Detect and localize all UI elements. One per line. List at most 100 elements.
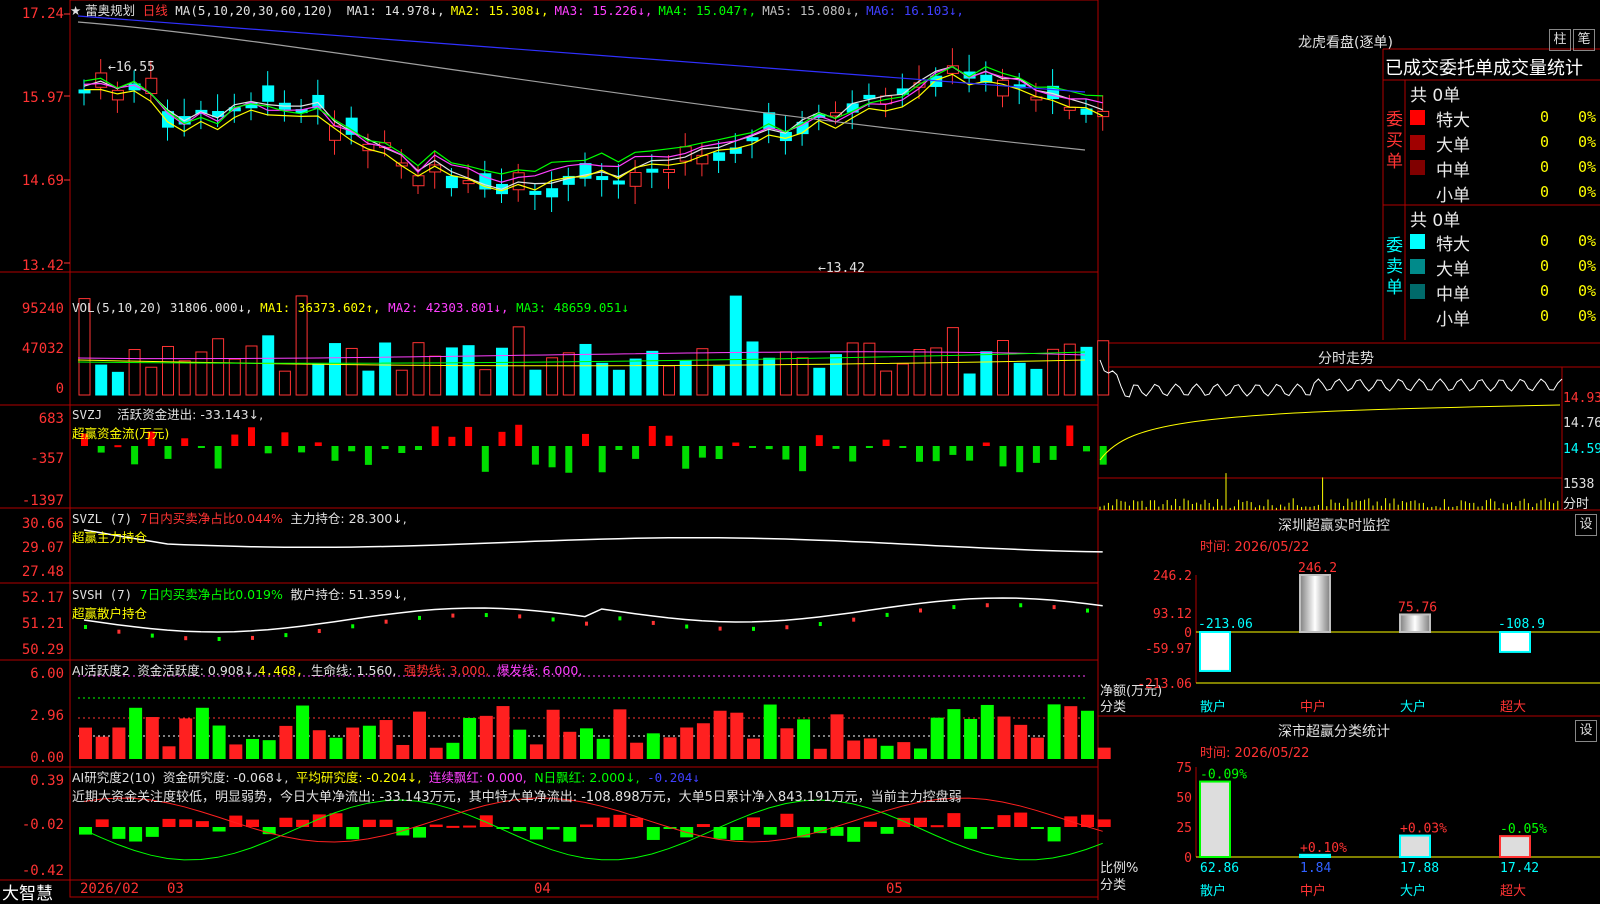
ai1-axis-1: 6.00 [30,666,64,682]
ai1-bar-31 [596,738,610,759]
candle-body-33 [629,171,642,187]
cls-top-label-0: -0.09% [1200,768,1247,783]
candle-body-20 [412,175,425,187]
svzj-bar-59 [1066,425,1074,446]
ai2-bar-2 [112,827,126,839]
ai1-bar-9 [229,744,243,759]
svzj-bar-28 [548,446,556,468]
candle-body-22 [445,175,458,189]
svzj-bar-37 [698,446,706,458]
ai1-bar-14 [312,730,326,759]
svsh-mark-0 [84,625,87,629]
vol-bar-38 [713,365,726,396]
vol-bar-12 [278,370,291,396]
vol-bar-21 [429,355,442,396]
monitor-bar-3 [1499,631,1531,653]
bar-mode-button[interactable]: 柱 [1549,29,1571,51]
cls-bar-0 [1199,780,1231,858]
vol-bar-57 [1030,368,1043,396]
svzj-bar-48 [882,439,890,446]
candle-body-28 [546,188,559,198]
ma6-line [77,15,1086,93]
buy-row-pct-1: 0% [1578,133,1597,151]
ai1-bar-5 [162,746,176,759]
ai1-bar-15 [329,737,343,759]
svzj-bar-54 [982,442,990,446]
svsh-mark-46 [852,617,856,622]
svzj-bar-14 [314,442,322,446]
ai2-bar-23 [463,825,477,828]
monitor-axis-1: 93.12 [1153,607,1192,622]
candle-body-26 [512,172,525,191]
svsh-mark-28 [551,617,555,622]
cls-cat-2: 大户 [1400,883,1426,899]
date-may: 05 [886,881,903,897]
ai1-axis-2: 2.96 [30,708,64,724]
ai1-bar-47 [863,738,877,759]
cls-axis-1: 50 [1176,791,1192,806]
lhkp-title: 龙虎看盘(逐单) [1298,35,1393,51]
ma-params: MA(5,10,20,30,60,120) [175,3,334,18]
svsh-header: SVSH (7) 7日内买卖净占比0.019% 散户持仓: 51.359↓, 超… [72,587,407,621]
ai1-bar-8 [212,725,226,759]
svzj-bar-3 [131,446,139,465]
svzj-bar-34 [648,425,656,446]
vol-bar-40 [746,341,759,396]
ai1-bar-12 [279,725,293,759]
tick-mode-button[interactable]: 笔 [1573,29,1595,51]
vol-bar-45 [830,354,842,396]
vol-axis-1: 95240 [21,301,64,317]
svsh-mark-36 [685,624,689,629]
ai1-bar-26 [513,729,527,759]
svzj-bar-29 [565,446,573,473]
svsh-mark-14 [317,629,321,634]
ai2-bar-22 [446,825,460,828]
ai1-header: AI活跃度2 资金活跃度: 0.908↓,4.468, 生命线: 1.560, … [72,663,583,678]
ma3-line [83,66,1103,183]
ai1-bar-59 [1064,706,1078,759]
buy-row-value-0: 0 [1540,108,1550,126]
ai1-bar-18 [379,720,393,759]
ai2-bar-24 [479,815,493,827]
vol-bar-9 [228,358,241,396]
svzj-bar-26 [515,424,523,446]
ma-header: ★ 蕾奥规划 日线 MA(5,10,20,30,60,120) MA1: 14.… [70,0,964,19]
vol-bar-54 [980,351,993,396]
svzj-bar-31 [598,446,606,473]
brand-logo: 大智慧 [2,884,53,904]
svsh-mark-38 [718,626,722,631]
ai2-bar-51 [930,825,944,828]
vol-bar-22 [445,347,458,396]
svzj-bar-18 [381,446,389,450]
svzj-bar-8 [214,446,222,469]
buy-row-pct-2: 0% [1578,158,1597,176]
vol-bar-5 [162,345,174,396]
svzj-bar-46 [849,446,857,462]
cls-bottom-label-3: 17.42 [1500,861,1539,876]
vol-bar-39 [729,295,742,396]
ai2-header: AI研究度2(10) 资金研究度: -0.068↓, 平均研究度: -0.204… [72,770,700,785]
sell-row-value-2: 0 [1540,282,1550,300]
monitor-settings-button[interactable]: 设 [1575,514,1597,536]
ai2-bar-50 [914,817,927,827]
vol-bar-28 [546,357,559,396]
vol-bar-49 [896,363,909,396]
ai1-bar-55 [997,716,1011,759]
ai1-bar-27 [529,744,543,759]
candle-body-2 [111,89,124,101]
period-label[interactable]: 日线 [143,3,168,18]
ma1-line [83,66,1103,190]
intraday-avg-line [1099,404,1561,461]
sell-row-pct-0: 0% [1578,232,1597,250]
chart-canvas[interactable]: -213.06 散户 246.2 中户 75.76 大户 -108.9 超大 246.2 93.1… [0,0,1600,900]
vol-bar-23 [462,345,475,396]
vol-bar-55 [997,340,1009,396]
svzj-bar-41 [765,446,773,450]
vol-bar-33 [629,358,642,396]
stock-title[interactable]: ★ 蕾奥规划 [70,3,135,18]
cls-settings-button[interactable]: 设 [1575,720,1597,742]
svzj-bar-19 [398,446,406,454]
ai2-bar-57 [1030,827,1044,829]
ai2-bar-40 [747,817,760,827]
svzj-bar-27 [531,446,539,465]
